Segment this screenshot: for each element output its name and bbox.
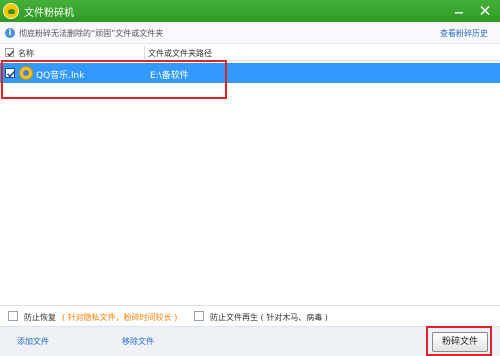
prevent-recover-note: ( 针对隐私文件，粉碎时间较长 ) — [62, 313, 178, 322]
info-bar: i 彻底粉碎无法删除的“顽固”文件或文件夹 查看粉碎历史 — [0, 22, 500, 44]
file-list[interactable]: QQ音乐.lnk E:\备软件 — [0, 61, 500, 305]
shred-files-button[interactable]: 粉碎文件 — [432, 332, 488, 352]
window-title: 文件粉碎机 — [24, 8, 74, 19]
minimize-button[interactable] — [448, 2, 470, 19]
list-header: 名称 文件或文件夹路径 — [0, 44, 500, 61]
remove-file-link[interactable]: 移除文件 — [122, 336, 154, 347]
column-header-name[interactable]: 名称 — [18, 48, 34, 59]
row-file-path: E:\备软件 — [150, 71, 189, 81]
column-header-path[interactable]: 文件或文件夹路径 — [148, 48, 212, 59]
qq-music-icon — [19, 66, 33, 80]
title-bar: 文件粉碎机 — [0, 0, 500, 22]
options-bar: 防止恢复 ( 针对隐私文件，粉碎时间较长 ) 防止文件再生 ( 针对木马、病毒 … — [0, 305, 500, 326]
row-file-name: QQ音乐.lnk — [36, 71, 85, 81]
info-text: 彻底粉碎无法删除的“顽固”文件或文件夹 — [19, 29, 164, 38]
add-file-link[interactable]: 添加文件 — [17, 336, 49, 347]
column-divider — [144, 46, 145, 59]
prevent-regen-label[interactable]: 防止文件再生 ( 针对木马、病毒 ) — [210, 312, 328, 323]
prevent-regen-checkbox[interactable] — [194, 311, 204, 321]
prevent-recover-label[interactable]: 防止恢复 — [24, 312, 56, 323]
view-history-link[interactable]: 查看粉碎历史 — [440, 28, 488, 39]
row-checkbox[interactable] — [5, 68, 16, 78]
close-button[interactable] — [474, 2, 496, 19]
list-row[interactable]: QQ音乐.lnk E:\备软件 — [0, 63, 500, 83]
prevent-recover-checkbox[interactable] — [8, 311, 18, 321]
app-logo-icon — [3, 3, 19, 19]
footer-bar: 添加文件 移除文件 粉碎文件 — [0, 326, 500, 356]
select-all-checkbox[interactable] — [5, 48, 14, 57]
info-icon: i — [5, 28, 15, 38]
